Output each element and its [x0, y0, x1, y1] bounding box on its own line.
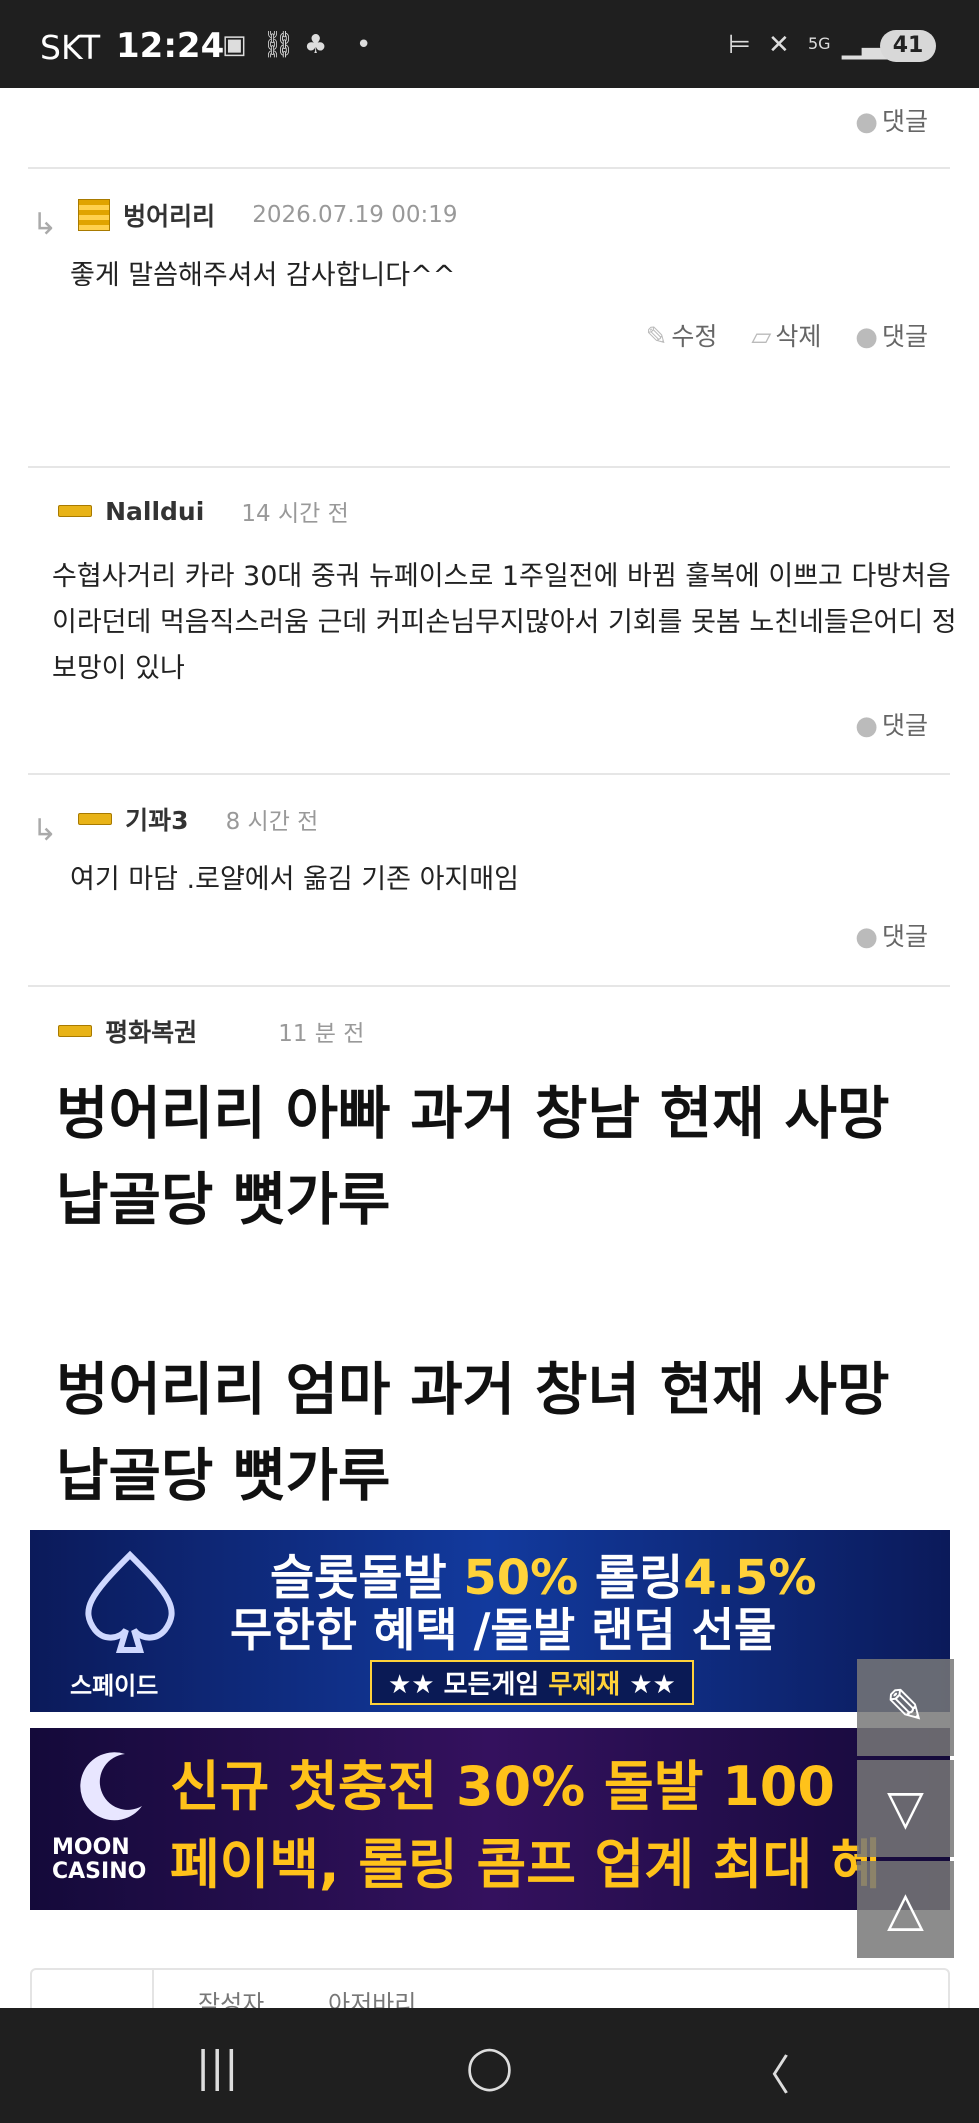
comment-header: 평화복권 11 분 전 [58, 1013, 364, 1049]
dot-icon: • [356, 30, 372, 60]
banner-text: ★★ 모든게임 [388, 1670, 549, 1700]
reply-label: 댓글 [881, 322, 928, 351]
system-nav-bar: ||| ◯ 〈 [0, 2008, 979, 2123]
eraser-icon: ▱ [751, 322, 772, 352]
table-header: 작성자 [198, 1990, 265, 2008]
mouse-icon: ♣ [304, 30, 328, 60]
write-button[interactable]: ✎ [857, 1659, 954, 1756]
comment-big-text: 벙어리리 엄마 과거 창녀 현재 사망 납골당 뼛가루 [56, 1357, 890, 1509]
speech-bubble-icon: ● [855, 922, 878, 952]
mute-icon: ✕ [768, 30, 790, 60]
table-cell: 아저바리 [328, 1990, 417, 2008]
comment-section: ● 댓글 ↳ 벙어리리 2026.07.19 00:19 좋게 말씀해주셔서 감사… [0, 88, 979, 2008]
banner-headline: 신규 첫충전 30% 돌발 100 [170, 1755, 835, 1818]
comment-item: ↳ 기꽈3 8 시간 전 여기 마담 .로얄에서 옮김 기존 아지매임 ● 댓글 [28, 775, 950, 987]
comment-actions: ✎ 수정 ▱ 삭제 ● 댓글 [620, 317, 928, 353]
comment-item: Nalldui 14 시간 전 수협사거리 카라 30대 중궈 뉴페이스로 1주… [28, 468, 957, 775]
comment-body: 좋게 말씀해주셔서 감사합니다^^ [70, 260, 456, 291]
scroll-top-button[interactable]: △ [857, 1861, 954, 1958]
post-info-table: 작성자 아저바리 [30, 1968, 950, 2008]
reply-label: 댓글 [881, 711, 928, 740]
comment-item: ↳ 벙어리리 2026.07.19 00:19 좋게 말씀해주셔서 감사합니다^… [28, 169, 950, 468]
edit-label: 수정 [671, 322, 718, 351]
comment-actions: ●댓글 [829, 102, 928, 138]
level-badge-icon [78, 199, 110, 231]
scroll-top-icon: △ [887, 1881, 924, 1937]
reply-label: 댓글 [881, 107, 928, 136]
edit-button[interactable]: ✎ 수정 [646, 317, 718, 353]
battery-icon: 41 [880, 30, 936, 62]
speech-bubble-icon: ● [855, 107, 878, 137]
spade-logo-icon [70, 1550, 190, 1660]
banner-badge: ★★ 모든게임 무제재 ★★ [370, 1660, 694, 1705]
level-badge-icon [78, 813, 112, 825]
5g-icon: 5G [808, 34, 831, 53]
reply-arrow-icon: ↳ [32, 207, 58, 242]
app-notification-icon: ▣ [222, 30, 247, 60]
comment-author[interactable]: 평화복권 [105, 1013, 197, 1049]
recent-apps-icon[interactable]: ||| [196, 2042, 238, 2091]
level-badge-icon [58, 1025, 92, 1037]
comment-author[interactable]: 기꽈3 [125, 801, 188, 837]
scroll-bottom-button[interactable]: ▽ [857, 1760, 954, 1857]
comment-header: Nalldui 14 시간 전 [58, 494, 349, 528]
level-badge-icon [58, 505, 92, 517]
ad-banner-spade[interactable]: 스페이드 슬롯돌발 50% 롤링4.5% 무한한 혜택 /돌발 랜덤 선물 ★★… [30, 1530, 950, 1712]
status-bar: SKT 12:24 ▣ ⛓ ♣ • ⊨ ✕ 5G ▁▃▅ 41 [0, 0, 979, 88]
moon-logo-icon [70, 1746, 150, 1826]
pencil-icon: ✎ [645, 322, 668, 352]
comment-time: 8 시간 전 [225, 809, 319, 835]
comment-body: 여기 마담 .로얄에서 옮김 기존 아지매임 [70, 864, 519, 895]
delete-button[interactable]: ▱ 삭제 [751, 317, 821, 353]
back-icon[interactable]: 〈 [748, 2042, 790, 2103]
reply-button[interactable]: ●댓글 [855, 706, 928, 742]
link-icon: ⛓ [262, 30, 296, 60]
comment-time: 14 시간 전 [241, 501, 349, 527]
bed-icon: ⊨ [728, 30, 751, 60]
banner-subline: 페이백, 롤링 콤프 업계 최대 혜 [170, 1833, 881, 1896]
reply-button[interactable]: ●댓글 [855, 317, 928, 353]
reply-button[interactable]: ●댓글 [855, 102, 928, 138]
comment-item: ● 댓글 [28, 88, 950, 169]
comment-time: 11 분 전 [278, 1021, 365, 1047]
comment-author[interactable]: Nalldui [105, 497, 204, 526]
carrier-label: SKT [40, 28, 101, 67]
comment-time: 2026.07.19 00:19 [252, 202, 458, 228]
banner-brand: 스페이드 [70, 1672, 159, 1700]
banner-subline: 무한한 혜택 /돌발 랜덤 선물 [230, 1603, 777, 1657]
reply-arrow-icon: ↳ [32, 813, 58, 848]
comment-author[interactable]: 벙어리리 [123, 197, 215, 233]
comment-big-text: 벙어리리 아빠 과거 창남 현재 사망 납골당 뼛가루 [56, 1081, 890, 1233]
speech-bubble-icon: ● [855, 322, 878, 352]
home-icon[interactable]: ◯ [466, 2042, 513, 2091]
ad-banner-moon-casino[interactable]: MOON CASINO 신규 첫충전 30% 돌발 100 페이백, 롤링 콤프… [30, 1728, 950, 1910]
banner-text: ★★ [620, 1670, 676, 1700]
comment-actions: ●댓글 [829, 706, 928, 742]
reply-label: 댓글 [881, 922, 928, 951]
comment-item: 평화복권 11 분 전 벙어리리 아빠 과거 창남 현재 사망 납골당 뼛가루 … [28, 987, 950, 1607]
delete-label: 삭제 [775, 322, 822, 351]
comment-header: 기꽈3 8 시간 전 [78, 801, 318, 837]
comment-header: 벙어리리 2026.07.19 00:19 [78, 197, 458, 233]
write-icon: ✎ [885, 1679, 926, 1735]
speech-bubble-icon: ● [855, 711, 878, 741]
comment-actions: ●댓글 [829, 917, 928, 953]
banner-text: 무제재 [548, 1670, 621, 1700]
clock: 12:24 [116, 26, 225, 66]
comment-body: 수협사거리 카라 30대 중궈 뉴페이스로 1주일전에 바뀜 훌복에 이쁘고 다… [52, 561, 957, 684]
scroll-bottom-icon: ▽ [887, 1780, 924, 1836]
reply-button[interactable]: ●댓글 [855, 917, 928, 953]
